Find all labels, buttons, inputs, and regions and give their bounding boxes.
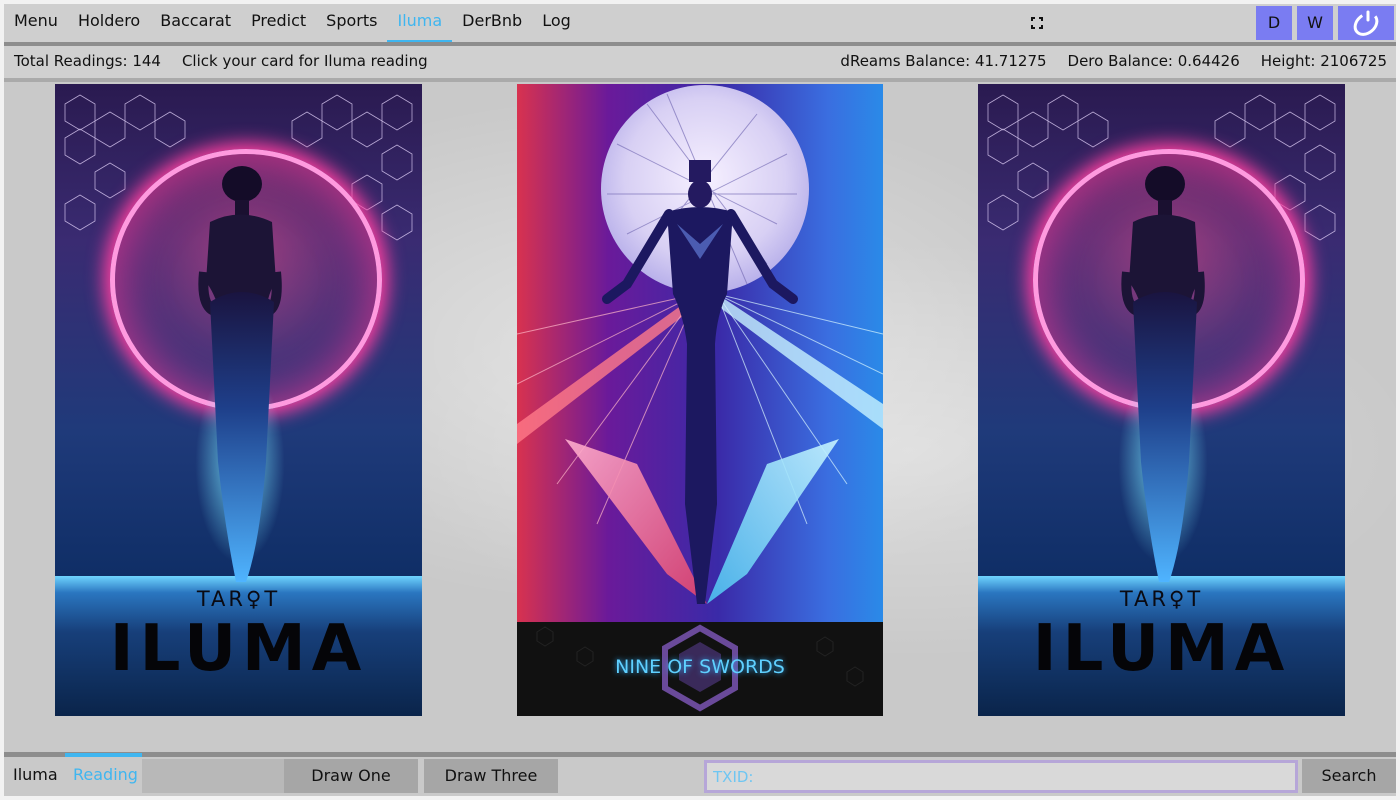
tab-iluma-bottom[interactable]: Iluma [13, 757, 58, 793]
card-table: TAR♀T ILUMA NINE OF SWORDS TAR♀T ILUMA [4, 82, 1396, 752]
dapp-button[interactable]: D [1256, 6, 1292, 40]
reading-hint: Click your card for Iluma reading [181, 52, 428, 70]
tab-holdero[interactable]: Holdero [68, 4, 150, 42]
card-name: NINE OF SWORDS [615, 656, 785, 678]
iluma-logo: ILUMA [109, 612, 368, 686]
info-bar: Total Readings: 144 Click your card for … [4, 46, 1396, 78]
card-back-right[interactable]: TAR♀T ILUMA [978, 84, 1345, 716]
card-back-left[interactable]: TAR♀T ILUMA [55, 84, 422, 716]
fullscreen-icon[interactable] [1031, 17, 1043, 29]
tab-menu[interactable]: Menu [4, 4, 68, 42]
goddess-figure [1121, 166, 1205, 582]
tab-reading[interactable]: Reading [65, 753, 142, 793]
tarot-label: TAR♀T [1119, 587, 1204, 611]
nav-tabs: Menu Holdero Baccarat Predict Sports Ilu… [4, 4, 581, 44]
tab-iluma[interactable]: Iluma [387, 4, 452, 44]
card-nine-of-swords[interactable]: NINE OF SWORDS [517, 84, 883, 716]
top-nav-bar: Menu Holdero Baccarat Predict Sports Ilu… [4, 4, 1396, 44]
draw-three-button[interactable]: Draw Three [424, 759, 558, 793]
tab-baccarat[interactable]: Baccarat [150, 4, 241, 42]
txid-input[interactable] [704, 760, 1298, 793]
block-height: Height: 2106725 [1260, 52, 1387, 70]
dero-balance: Dero Balance: 0.64426 [1067, 52, 1240, 70]
total-readings: Total Readings: 144 [14, 52, 161, 70]
tab-sports[interactable]: Sports [316, 4, 387, 42]
bottom-panel [142, 759, 284, 793]
swords-artwork [517, 85, 883, 604]
bottom-bar: Iluma Reading Draw One Draw Three Search [4, 753, 1396, 796]
draw-one-button[interactable]: Draw One [284, 759, 418, 793]
tarot-label: TAR♀T [196, 587, 281, 611]
power-icon [1353, 10, 1379, 36]
iluma-logo: ILUMA [1032, 612, 1291, 686]
goddess-figure [198, 166, 282, 582]
tab-derbnb[interactable]: DerBnb [452, 4, 532, 42]
tab-predict[interactable]: Predict [241, 4, 316, 42]
tab-log[interactable]: Log [532, 4, 581, 42]
connect-button[interactable] [1338, 6, 1394, 40]
wallet-button[interactable]: W [1297, 6, 1333, 40]
dreams-balance: dReams Balance: 41.71275 [840, 52, 1047, 70]
search-button[interactable]: Search [1302, 759, 1396, 793]
